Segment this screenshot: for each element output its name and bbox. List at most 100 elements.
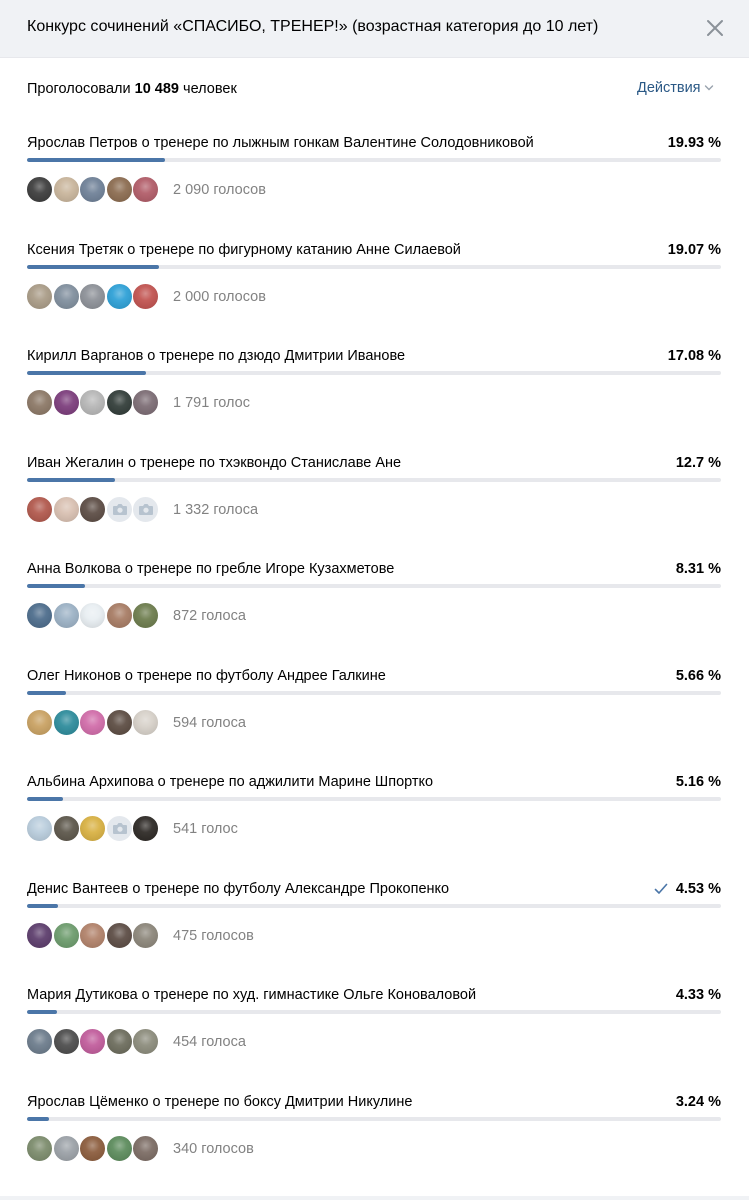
avatar[interactable]: [52, 815, 80, 842]
avatar[interactable]: [132, 602, 159, 629]
option-text[interactable]: Денис Вантеев о тренере по футболу Алекс…: [27, 881, 449, 897]
progress-track: [27, 797, 721, 801]
avatar[interactable]: [105, 1028, 133, 1055]
camera-icon: [139, 504, 153, 515]
avatar[interactable]: [79, 283, 106, 310]
poll-option[interactable]: Денис Вантеев о тренере по футболу Алекс…: [0, 881, 749, 987]
avatar[interactable]: [132, 1135, 159, 1162]
avatar[interactable]: [132, 815, 159, 842]
avatar-placeholder[interactable]: [105, 496, 133, 523]
poll-option[interactable]: Ярослав Цёменко о тренере по боксу Дмитр…: [0, 1094, 749, 1200]
option-text[interactable]: Ярослав Петров о тренере по лыжным гонка…: [27, 135, 534, 151]
avatar-placeholder[interactable]: [105, 815, 133, 842]
progress-track: [27, 1010, 721, 1014]
progress-track: [27, 584, 721, 588]
avatar[interactable]: [132, 176, 159, 203]
option-text[interactable]: Олег Никонов о тренере по футболу Андрее…: [27, 668, 386, 684]
option-percent: 3.24 %: [675, 1094, 721, 1110]
votes-count[interactable]: 594 голоса: [173, 715, 246, 731]
avatar[interactable]: [105, 922, 133, 949]
avatar[interactable]: [26, 602, 53, 629]
avatar[interactable]: [132, 1028, 159, 1055]
chevron-down-icon: [704, 85, 713, 91]
poll-option[interactable]: Ярослав Петров о тренере по лыжным гонка…: [0, 135, 749, 241]
progress-fill: [27, 1010, 58, 1014]
votes-count[interactable]: 541 голос: [173, 821, 238, 837]
avatar[interactable]: [79, 1028, 106, 1055]
option-text[interactable]: Ксения Третяк о тренере по фигурному кат…: [27, 242, 461, 258]
avatar[interactable]: [79, 922, 106, 949]
poll-option[interactable]: Ксения Третяк о тренере по фигурному кат…: [0, 242, 749, 348]
avatar[interactable]: [79, 815, 106, 842]
avatar[interactable]: [26, 176, 53, 203]
votes-count[interactable]: 475 голосов: [173, 928, 254, 944]
option-text[interactable]: Альбина Архипова о тренере по аджилити М…: [27, 774, 433, 790]
poll-option[interactable]: Иван Жегалин о тренере по тхэквондо Стан…: [0, 455, 749, 561]
avatar[interactable]: [26, 496, 53, 523]
progress-fill: [27, 265, 160, 269]
avatar[interactable]: [26, 815, 53, 842]
option-percent: 5.16 %: [675, 774, 721, 790]
avatar[interactable]: [26, 389, 53, 416]
votes-count[interactable]: 1 332 голоса: [173, 502, 258, 518]
avatar[interactable]: [105, 283, 133, 310]
option-percent: 17.08 %: [667, 348, 721, 364]
votes-count[interactable]: 2 090 голосов: [173, 182, 266, 198]
poll-option[interactable]: Мария Дутикова о тренере по худ. гимнаст…: [0, 987, 749, 1093]
avatar[interactable]: [79, 389, 106, 416]
avatar[interactable]: [52, 1028, 80, 1055]
option-text[interactable]: Иван Жегалин о тренере по тхэквондо Стан…: [27, 455, 401, 471]
votes-count[interactable]: 1 791 голос: [173, 395, 250, 411]
avatar[interactable]: [105, 389, 133, 416]
progress-fill: [27, 1117, 50, 1121]
votes-count[interactable]: 340 голосов: [173, 1141, 254, 1157]
avatar[interactable]: [52, 283, 80, 310]
avatar[interactable]: [52, 709, 80, 736]
avatar[interactable]: [79, 496, 106, 523]
votes-count[interactable]: 2 000 голосов: [173, 289, 266, 305]
poll-option[interactable]: Кирилл Варганов о тренере по дзюдо Дмитр…: [0, 348, 749, 454]
avatar[interactable]: [132, 389, 159, 416]
avatar[interactable]: [52, 602, 80, 629]
avatar[interactable]: [26, 1028, 53, 1055]
avatar[interactable]: [26, 709, 53, 736]
camera-icon: [112, 823, 127, 834]
poll-option[interactable]: Олег Никонов о тренере по футболу Андрее…: [0, 668, 749, 774]
avatar[interactable]: [52, 922, 80, 949]
avatar[interactable]: [52, 389, 80, 416]
avatar[interactable]: [132, 709, 159, 736]
avatar[interactable]: [132, 922, 159, 949]
avatar[interactable]: [79, 602, 106, 629]
avatar[interactable]: [105, 176, 133, 203]
close-button[interactable]: [702, 15, 728, 41]
option-text[interactable]: Анна Волкова о тренере по гребле Игоре К…: [27, 561, 394, 577]
option-percent: 8.31 %: [675, 561, 721, 577]
poll-option[interactable]: Альбина Архипова о тренере по аджилити М…: [0, 774, 749, 880]
option-text[interactable]: Кирилл Варганов о тренере по дзюдо Дмитр…: [27, 348, 405, 364]
progress-track: [27, 1117, 721, 1121]
avatar-placeholder[interactable]: [132, 496, 159, 523]
avatar[interactable]: [52, 496, 80, 523]
option-percent: 4.33 %: [675, 987, 721, 1003]
avatar[interactable]: [26, 1135, 53, 1162]
poll-option[interactable]: Анна Волкова о тренере по гребле Игоре К…: [0, 561, 749, 667]
avatar[interactable]: [105, 602, 133, 629]
avatar[interactable]: [105, 709, 133, 736]
avatar[interactable]: [26, 283, 53, 310]
progress-fill: [27, 584, 85, 588]
avatar[interactable]: [52, 176, 80, 203]
progress-track: [27, 478, 721, 482]
option-text[interactable]: Ярослав Цёменко о тренере по боксу Дмитр…: [27, 1094, 412, 1110]
avatar[interactable]: [79, 709, 106, 736]
progress-fill: [27, 691, 67, 695]
avatar[interactable]: [105, 1135, 133, 1162]
avatar[interactable]: [79, 1135, 106, 1162]
avatar[interactable]: [52, 1135, 80, 1162]
avatar[interactable]: [26, 922, 53, 949]
avatar[interactable]: [132, 283, 159, 310]
votes-count[interactable]: 454 голоса: [173, 1034, 246, 1050]
votes-count[interactable]: 872 голоса: [173, 608, 246, 624]
avatar[interactable]: [79, 176, 106, 203]
option-text[interactable]: Мария Дутикова о тренере по худ. гимнаст…: [27, 987, 476, 1003]
actions-dropdown[interactable]: Действия: [637, 80, 714, 96]
